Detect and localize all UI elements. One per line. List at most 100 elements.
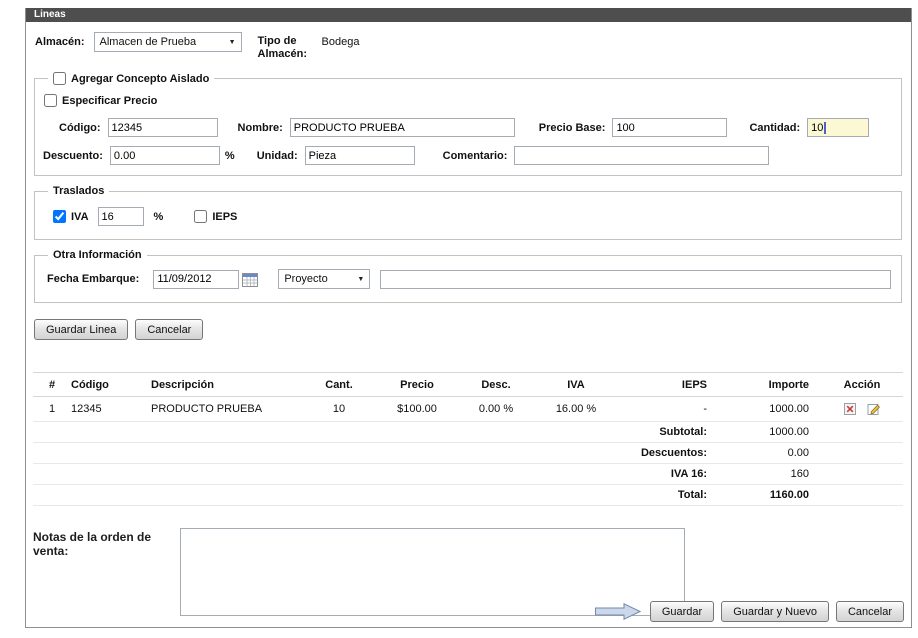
- chevron-down-icon: ▼: [357, 276, 364, 283]
- concepto-legend: Agregar Concepto Aislado: [48, 72, 214, 85]
- cell-desc: 0.00 %: [457, 397, 535, 422]
- chevron-down-icon: ▼: [229, 39, 236, 46]
- line-buttons-row: Guardar Linea Cancelar: [34, 319, 903, 340]
- cell-precio: $100.00: [377, 397, 457, 422]
- iva-percent-sign: %: [154, 211, 164, 223]
- unidad-label: Unidad:: [257, 150, 298, 162]
- otra-informacion-fieldset: Otra Información Fecha Embarque:: [34, 249, 902, 303]
- panel-content: Almacén: Almacen de Prueba ▼ Tipo de Alm…: [26, 22, 911, 627]
- cancelar-button[interactable]: Cancelar: [836, 601, 904, 622]
- total-value: 1160.00: [721, 485, 821, 506]
- comentario-input[interactable]: [514, 146, 769, 165]
- col-num: #: [33, 373, 71, 397]
- edit-icon[interactable]: [867, 402, 881, 416]
- annotation-arrow-icon: [595, 603, 641, 620]
- descuento-percent-sign: %: [225, 150, 235, 162]
- summary-row-total: Total: 1160.00: [33, 485, 903, 506]
- cell-num: 1: [33, 397, 71, 422]
- cantidad-input[interactable]: 10: [807, 118, 869, 137]
- concepto-input-row-2: Descuento: % Unidad: Comentario:: [43, 146, 893, 165]
- cell-ieps: -: [617, 397, 721, 422]
- cell-accion: [821, 397, 903, 422]
- especificar-precio-row: Especificar Precio: [44, 94, 893, 107]
- lineas-panel: Lineas Almacén: Almacen de Prueba ▼ Tipo…: [25, 8, 912, 628]
- traslados-row: IVA % IEPS: [53, 207, 893, 226]
- cell-cant: 10: [301, 397, 377, 422]
- guardar-button[interactable]: Guardar: [650, 601, 714, 622]
- delete-icon[interactable]: [843, 402, 857, 416]
- col-iva: IVA: [535, 373, 617, 397]
- tipo-almacen-label: Tipo de Almacén:: [258, 32, 316, 61]
- fecha-embarque-input[interactable]: [153, 270, 239, 289]
- col-importe: Importe: [721, 373, 821, 397]
- almacen-select[interactable]: Almacen de Prueba ▼: [94, 32, 242, 52]
- otra-informacion-legend-label: Otra Información: [53, 249, 142, 261]
- col-precio: Precio: [377, 373, 457, 397]
- especificar-precio-label: Especificar Precio: [62, 95, 157, 107]
- total-label: Total:: [617, 485, 721, 506]
- cantidad-value: 10: [811, 122, 823, 134]
- traslados-legend: Traslados: [48, 185, 109, 197]
- comentario-label: Comentario:: [443, 150, 508, 162]
- nombre-input[interactable]: [290, 118, 515, 137]
- almacen-label: Almacén:: [35, 32, 85, 48]
- codigo-label: Código:: [59, 122, 101, 134]
- guardar-y-nuevo-button[interactable]: Guardar y Nuevo: [721, 601, 829, 622]
- summary-row-subtotal: Subtotal: 1000.00: [33, 422, 903, 443]
- subtotal-value: 1000.00: [721, 422, 821, 443]
- col-desc: Desc.: [457, 373, 535, 397]
- notas-label: Notas de la orden de venta:: [33, 528, 180, 558]
- col-ieps: IEPS: [617, 373, 721, 397]
- iva-input[interactable]: [98, 207, 144, 226]
- summary-row-iva: IVA 16: 160: [33, 464, 903, 485]
- cell-importe: 1000.00: [721, 397, 821, 422]
- warehouse-row: Almacén: Almacen de Prueba ▼ Tipo de Alm…: [35, 32, 903, 61]
- table-header-row: # Código Descripción Cant. Precio Desc. …: [33, 373, 903, 397]
- iva-label: IVA: [71, 211, 89, 223]
- precio-base-label: Precio Base:: [539, 122, 606, 134]
- tipo-almacen-value: Bodega: [322, 32, 360, 48]
- agregar-concepto-checkbox[interactable]: [53, 72, 66, 85]
- ieps-checkbox[interactable]: [194, 210, 207, 223]
- text-caret: [824, 122, 826, 134]
- concepto-input-row-1: Código: Nombre: Precio Base: Cantidad: 1…: [43, 118, 893, 137]
- precio-base-input[interactable]: [612, 118, 727, 137]
- cancelar-linea-button[interactable]: Cancelar: [135, 319, 203, 340]
- lines-table: # Código Descripción Cant. Precio Desc. …: [33, 372, 903, 506]
- col-codigo: Código: [71, 373, 151, 397]
- especificar-precio-checkbox[interactable]: [44, 94, 57, 107]
- col-cant: Cant.: [301, 373, 377, 397]
- proyecto-select-value: Proyecto: [284, 273, 327, 285]
- almacen-select-value: Almacen de Prueba: [100, 36, 197, 48]
- cantidad-label: Cantidad:: [749, 122, 800, 134]
- footer-buttons-row: Guardar Guardar y Nuevo Cancelar: [595, 601, 904, 622]
- proyecto-select[interactable]: Proyecto ▼: [278, 269, 370, 289]
- unidad-input[interactable]: [305, 146, 415, 165]
- descuento-input[interactable]: [110, 146, 220, 165]
- cell-descripcion: PRODUCTO PRUEBA: [151, 397, 301, 422]
- otra-informacion-legend: Otra Información: [48, 249, 147, 261]
- concepto-fieldset: Agregar Concepto Aislado Especificar Pre…: [34, 72, 902, 176]
- col-descripcion: Descripción: [151, 373, 301, 397]
- calendar-icon[interactable]: [242, 272, 258, 287]
- descuentos-value: 0.00: [721, 443, 821, 464]
- nombre-label: Nombre:: [238, 122, 283, 134]
- traslados-legend-label: Traslados: [53, 185, 104, 197]
- traslados-fieldset: Traslados IVA % IEPS: [34, 185, 902, 240]
- panel-title: Lineas: [34, 9, 66, 20]
- descuentos-label: Descuentos:: [617, 443, 721, 464]
- iva-total-value: 160: [721, 464, 821, 485]
- iva-checkbox[interactable]: [53, 210, 66, 223]
- cell-codigo: 12345: [71, 397, 151, 422]
- ieps-label: IEPS: [212, 211, 237, 223]
- descuento-label: Descuento:: [43, 150, 103, 162]
- subtotal-label: Subtotal:: [617, 422, 721, 443]
- iva-total-label: IVA 16:: [617, 464, 721, 485]
- otra-informacion-input[interactable]: [380, 270, 891, 289]
- concepto-legend-label: Agregar Concepto Aislado: [71, 73, 209, 85]
- guardar-linea-button[interactable]: Guardar Linea: [34, 319, 128, 340]
- panel-header: Lineas: [26, 8, 911, 22]
- summary-row-descuentos: Descuentos: 0.00: [33, 443, 903, 464]
- codigo-input[interactable]: [108, 118, 218, 137]
- table-row: 1 12345 PRODUCTO PRUEBA 10 $100.00 0.00 …: [33, 397, 903, 422]
